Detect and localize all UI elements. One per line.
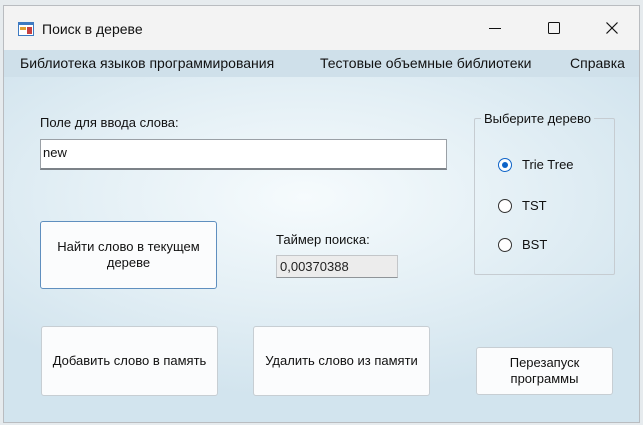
close-icon: [606, 21, 618, 34]
restart-button[interactable]: Перезапуск программы: [476, 347, 613, 395]
minimize-icon: [489, 27, 501, 29]
menu-bar: Библиотека языков программирования Тесто…: [4, 50, 639, 77]
maximize-button[interactable]: [525, 6, 583, 49]
menu-item-help[interactable]: Справка: [570, 55, 625, 71]
close-button[interactable]: [583, 6, 639, 49]
restart-button-label: Перезапуск программы: [509, 355, 580, 386]
app-window: Поиск в дереве Библиотека языков програм…: [3, 5, 640, 423]
radio-checked-icon: [498, 157, 512, 172]
radio-tst[interactable]: TST: [498, 198, 547, 213]
radio-unchecked-icon: [498, 198, 512, 213]
title-bar[interactable]: Поиск в дереве: [4, 6, 639, 49]
client-area: Поле для ввода слова: new Найти слово в …: [4, 77, 639, 422]
radio-bst-label: BST: [522, 237, 548, 252]
menu-item-test-libraries[interactable]: Тестовые объемные библиотеки: [320, 55, 531, 71]
minimize-button[interactable]: [466, 6, 524, 49]
find-word-button[interactable]: Найти слово в текущем дереве: [40, 221, 217, 289]
tree-select-group-title: Выберите дерево: [484, 111, 591, 126]
add-word-button[interactable]: Добавить слово в память: [41, 326, 218, 396]
input-label: Поле для ввода слова:: [40, 115, 179, 130]
timer-value-field: 0,00370388: [276, 255, 398, 278]
radio-trie-tree-label: Trie Tree: [522, 157, 574, 172]
radio-trie-tree[interactable]: Trie Tree: [498, 157, 574, 172]
window-title: Поиск в дереве: [42, 21, 143, 37]
timer-label: Таймер поиска:: [276, 232, 370, 247]
word-input[interactable]: new: [40, 139, 447, 170]
menu-item-language-library[interactable]: Библиотека языков программирования: [20, 55, 274, 71]
radio-bst[interactable]: BST: [498, 237, 547, 252]
form-icon: [18, 22, 34, 36]
maximize-icon: [548, 21, 560, 34]
delete-word-button[interactable]: Удалить слово из памяти: [253, 326, 430, 396]
radio-unchecked-icon: [498, 237, 512, 252]
radio-tst-label: TST: [522, 198, 547, 213]
find-word-button-label: Найти слово в текущем дереве: [57, 239, 200, 270]
delete-word-button-label: Удалить слово из памяти: [265, 353, 418, 368]
add-word-button-label: Добавить слово в память: [52, 353, 207, 368]
